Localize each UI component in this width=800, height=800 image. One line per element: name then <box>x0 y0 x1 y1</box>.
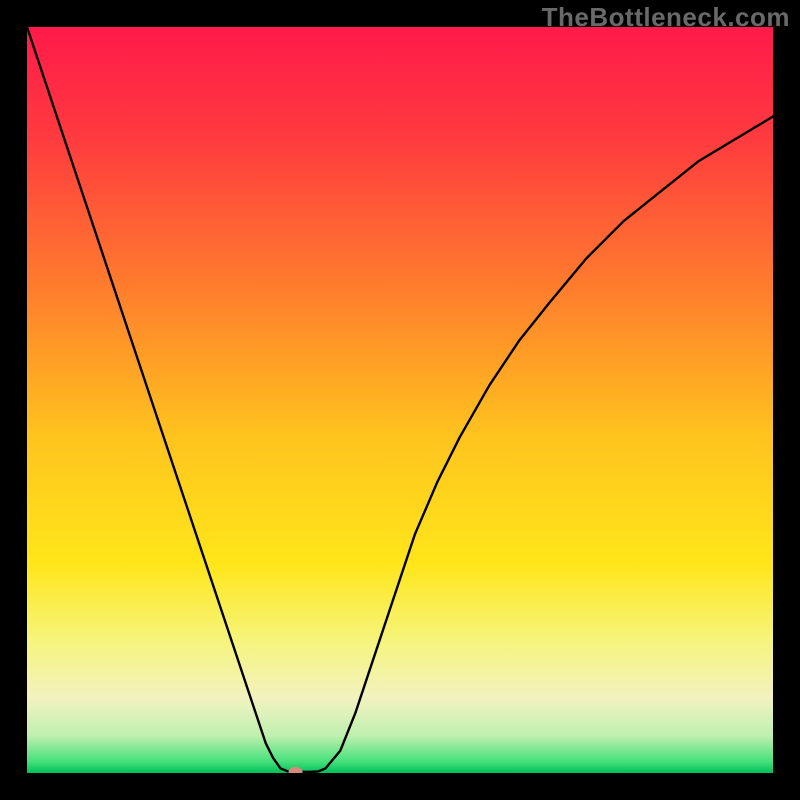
chart-svg <box>27 27 773 773</box>
chart-frame: TheBottleneck.com <box>0 0 800 800</box>
plot-area <box>27 27 773 773</box>
gradient-background <box>27 27 773 773</box>
